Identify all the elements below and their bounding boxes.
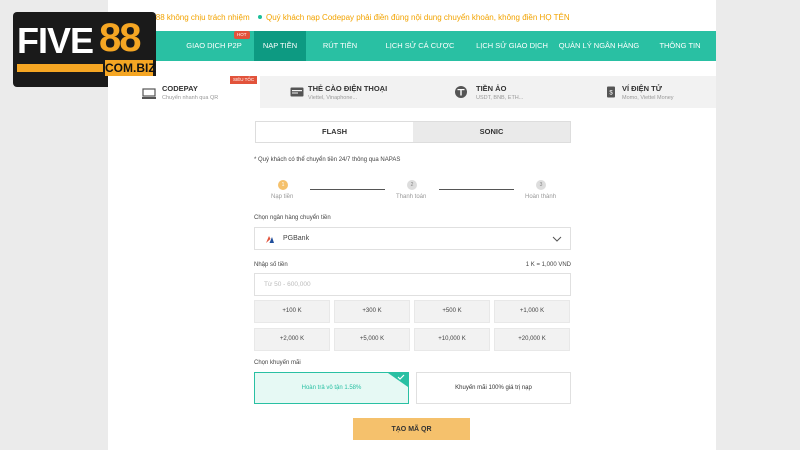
logo-88-text: 88 [99, 16, 141, 60]
method-crypto-sub: USDT, BNB, ETH... [476, 95, 524, 101]
step-1-circle: 1 [278, 180, 288, 190]
qr-scanner-icon [142, 88, 156, 99]
bank-select-value: PGBank [283, 235, 310, 242]
step-line-2 [439, 189, 514, 190]
method-crypto-title: TIỀN ẢO [476, 84, 507, 93]
nav-item-deposit[interactable]: NẠP TIỀN [254, 31, 306, 61]
channel-tabs: FLASH SONIC [255, 121, 571, 143]
method-phone-card-title: THẺ CÀO ĐIỆN THOẠI [308, 84, 388, 93]
amount-chip-300k[interactable]: +300 K [334, 300, 410, 323]
main-nav: N GIAO DỊCH P2P HOT NẠP TIỀN RÚT TIỀN LỊ… [108, 31, 716, 61]
amount-chip-1000k[interactable]: +1,000 K [494, 300, 570, 323]
tab-flash[interactable]: FLASH [256, 122, 413, 142]
pgbank-logo-icon [266, 236, 274, 243]
method-phone-card-sub: Viettel, Vinaphone... [308, 95, 358, 101]
tab-sonic[interactable]: SONIC [413, 122, 570, 142]
step-line-1 [310, 189, 385, 190]
step-2-circle: 2 [407, 180, 417, 190]
amount-chip-10000k[interactable]: +10,000 K [414, 328, 490, 351]
card-icon [290, 87, 304, 97]
nav-item-info[interactable]: THÔNG TIN [648, 31, 712, 61]
method-tab-phone-card[interactable]: THẺ CÀO ĐIỆN THOẠI Viettel, Vinaphone... [260, 76, 412, 108]
method-tab-ewallet[interactable]: $ VÍ ĐIỆN TỬ Momo, Viettel Money [564, 76, 716, 108]
nav-item-p2p-label: GIAO DỊCH P2P [186, 41, 242, 50]
method-ewallet-sub: Momo, Viettel Money [622, 95, 674, 101]
bank-select-label: Chọn ngân hàng chuyển tiền [254, 215, 331, 221]
notice-bar: FIVE88 không chịu trách nhiệm Quý khách … [108, 6, 716, 28]
notice-dot-icon [258, 15, 262, 19]
nav-item-withdraw[interactable]: RÚT TIỀN [306, 31, 374, 61]
tether-icon [455, 86, 467, 98]
step-1-label: Nạp tiền [271, 194, 294, 200]
method-codepay-sub: Chuyển nhanh qua QR [162, 95, 219, 101]
napas-note: * Quý khách có thể chuyển tiền 24/7 thôn… [254, 157, 401, 163]
wallet-icon: $ [607, 86, 615, 98]
chevron-down-icon [552, 236, 562, 242]
amount-input[interactable] [254, 273, 571, 296]
logo-bar [17, 64, 103, 72]
notice-right-text: Quý khách nạp Codepay phải điền đúng nội… [266, 13, 570, 22]
method-tab-crypto[interactable]: TIỀN ẢO USDT, BNB, ETH... [412, 76, 564, 108]
logo-biz-text: COM.BIZ [105, 60, 156, 76]
step-3-label: Hoàn thành [525, 194, 557, 200]
amount-label: Nhập số tiền [254, 262, 288, 268]
method-codepay-title: CODEPAY [162, 84, 198, 93]
nav-item-bet-history[interactable]: LỊCH SỬ CÁ CƯỢC [374, 31, 466, 61]
amount-chip-5000k[interactable]: +5,000 K [334, 328, 410, 351]
bank-select[interactable]: PGBank [254, 227, 571, 250]
exchange-rate: 1 K = 1,000 VND [525, 262, 571, 268]
step-2-label: Thanh toán [396, 194, 427, 200]
payment-method-tabs: CODEPAY Chuyển nhanh qua QR SIÊU TỐC THẺ… [108, 76, 716, 108]
method-tab-codepay[interactable]: CODEPAY Chuyển nhanh qua QR SIÊU TỐC [108, 76, 260, 108]
nav-item-bank-management[interactable]: QUẢN LÝ NGÂN HÀNG [558, 31, 640, 61]
amount-chip-20000k[interactable]: +20,000 K [494, 328, 570, 351]
amount-chip-100k[interactable]: +100 K [254, 300, 330, 323]
check-icon [397, 374, 405, 380]
promo-option-cashback[interactable]: Hoàn trả vô tận 1.58% [254, 372, 409, 404]
nav-item-transaction-history[interactable]: LỊCH SỬ GIAO DỊCH [466, 31, 558, 61]
logo-five-text: FIVE [17, 20, 94, 61]
amount-chip-500k[interactable]: +500 K [414, 300, 490, 323]
hot-badge: HOT [234, 31, 250, 39]
promo-cashback-label: Hoàn trả vô tận 1.58% [301, 385, 362, 391]
step-3-circle: 3 [536, 180, 546, 190]
page-panel [108, 0, 716, 450]
method-ewallet-title: VÍ ĐIỆN TỬ [622, 84, 662, 93]
create-qr-button[interactable]: TẠO MÃ QR [353, 418, 470, 440]
amount-chip-2000k[interactable]: +2,000 K [254, 328, 330, 351]
promo-option-100-percent[interactable]: Khuyến mãi 100% giá trị nạp [416, 372, 571, 404]
promo-label: Chọn khuyến mãi [254, 360, 301, 366]
fast-badge: SIÊU TỐC [230, 76, 258, 84]
